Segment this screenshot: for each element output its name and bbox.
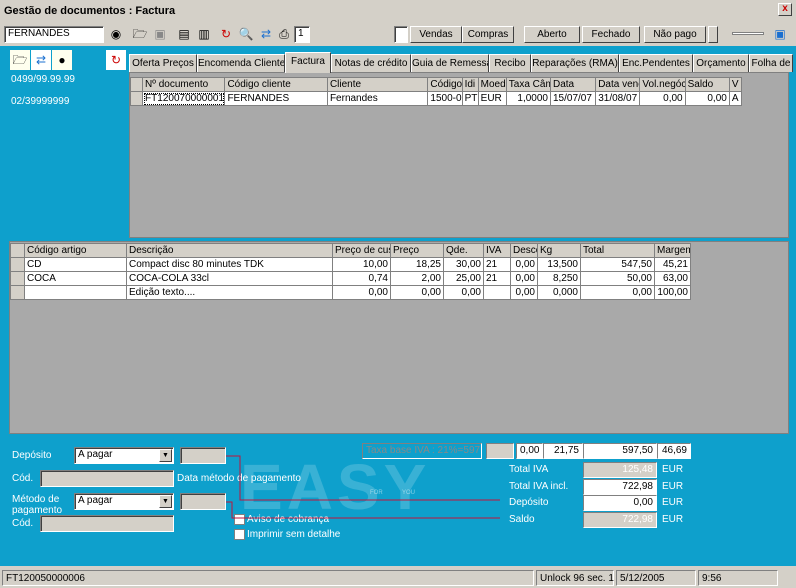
saldo-label: Saldo (509, 514, 535, 525)
grand-total: 597,50 (583, 443, 657, 459)
deposito-total-value: 0,00 (583, 495, 657, 511)
total-iva-incl-value: 722,98 (583, 479, 657, 495)
total-iva-value: 125,48 (583, 462, 657, 478)
taxa-base-field: Taxa base IVA : 21%=597,50 (362, 443, 482, 459)
status-time: 9:56 (698, 570, 778, 586)
total-iva-incl-label: Total IVA incl. (509, 481, 569, 492)
status-date: 5/12/2005 (616, 570, 696, 586)
currency-label: EUR (662, 514, 684, 525)
saldo-value: 722,98 (583, 512, 657, 528)
status-unlock: Unlock 96 sec. 1 (536, 570, 614, 586)
total-iva-label: Total IVA (509, 464, 549, 475)
currency-label: EUR (662, 497, 684, 508)
tab-factura[interactable]: Factura (285, 52, 331, 73)
deposito-total-label: Depósito (509, 497, 549, 508)
status-bar: FT120050000006 Unlock 96 sec. 1 5/12/200… (0, 568, 796, 588)
currency-label: EUR (662, 464, 684, 475)
desc-total: 0,00 (516, 443, 543, 459)
kg-total: 21,75 (543, 443, 583, 459)
currency-label: EUR (662, 481, 684, 492)
blank-total-field (486, 443, 514, 459)
margem-total: 46,69 (657, 443, 691, 459)
status-doc: FT120050000006 (2, 570, 534, 586)
